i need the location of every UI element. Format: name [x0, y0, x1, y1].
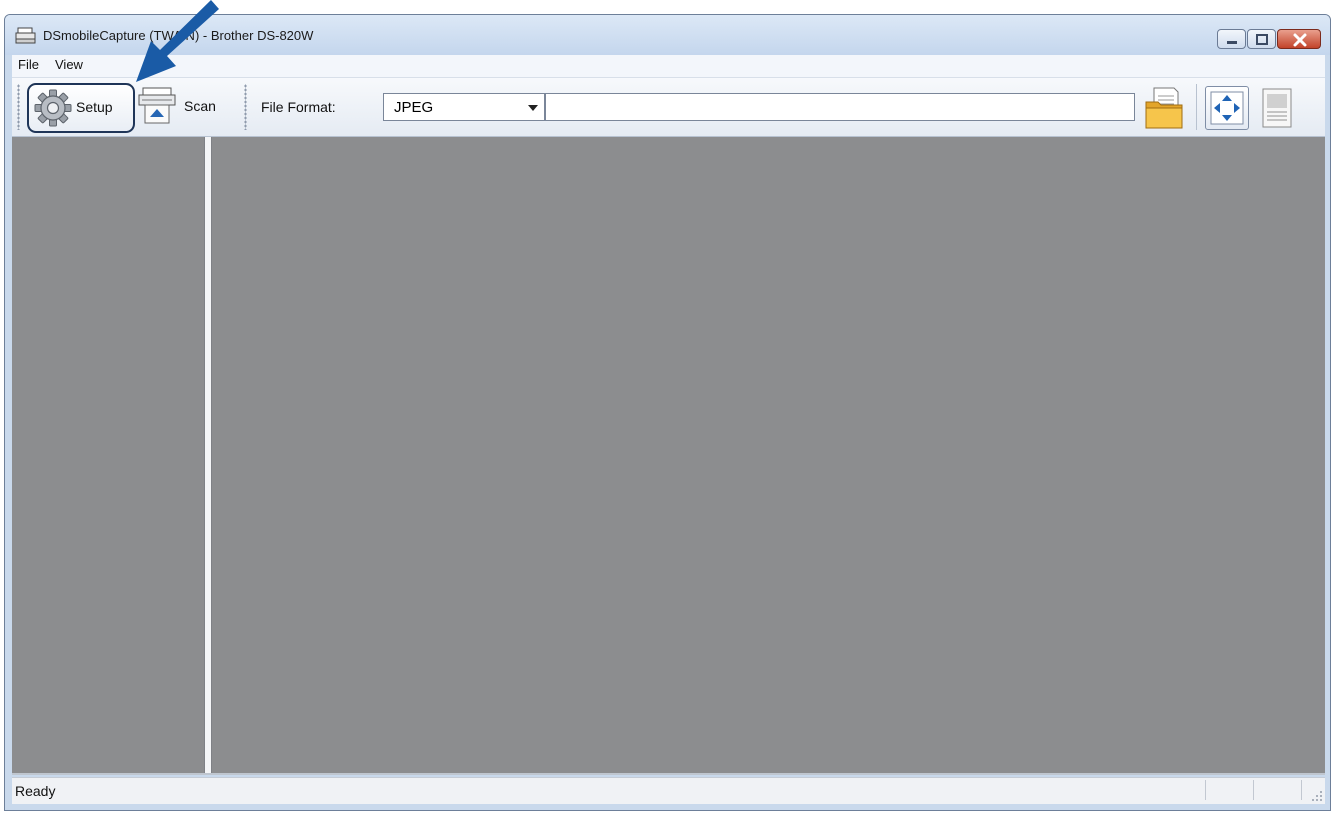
gear-icon: [34, 89, 72, 127]
preview-pane[interactable]: [212, 137, 1325, 773]
file-format-value: JPEG: [394, 99, 434, 116]
app-window: DSmobileCapture (TWAIN) - Brother DS-820…: [4, 14, 1331, 811]
scan-button[interactable]: Scan: [136, 83, 231, 133]
folder-icon: [1145, 87, 1183, 129]
close-button[interactable]: [1277, 29, 1321, 49]
actual-size-page-icon: [1262, 88, 1292, 128]
file-format-label: File Format:: [261, 99, 336, 115]
file-path-input[interactable]: [545, 93, 1135, 121]
actual-size-button[interactable]: [1256, 86, 1298, 130]
browse-folder-button[interactable]: [1142, 84, 1188, 132]
maximize-icon: [1256, 34, 1268, 45]
setup-label: Setup: [76, 99, 113, 115]
maximize-button[interactable]: [1247, 29, 1276, 49]
thumbnail-pane[interactable]: [12, 137, 204, 773]
fit-to-window-button[interactable]: [1205, 86, 1249, 130]
pane-splitter[interactable]: [204, 137, 212, 773]
status-divider: [1205, 780, 1206, 800]
setup-button[interactable]: Setup: [27, 83, 135, 133]
toolbar-grip[interactable]: [17, 84, 20, 130]
resize-grip-icon[interactable]: [1311, 790, 1323, 802]
toolbar-grip-2[interactable]: [244, 84, 247, 130]
scan-label: Scan: [184, 98, 216, 114]
status-divider: [1301, 780, 1302, 800]
callout-arrow-icon: [136, 0, 219, 82]
scan-icon: [138, 87, 176, 124]
fit-to-window-icon: [1210, 91, 1244, 125]
close-icon: [1293, 33, 1307, 47]
toolbar-separator: [1196, 84, 1197, 130]
minimize-button[interactable]: [1217, 29, 1246, 49]
status-text: Ready: [15, 783, 56, 799]
scanner-icon: [15, 27, 36, 44]
status-divider: [1253, 780, 1254, 800]
workspace: [12, 137, 1325, 775]
minimize-icon: [1227, 41, 1237, 44]
status-bar: Ready: [12, 777, 1325, 804]
file-format-dropdown[interactable]: JPEG: [383, 93, 545, 121]
menu-file[interactable]: File: [14, 57, 43, 72]
menu-view[interactable]: View: [51, 57, 87, 72]
chevron-down-icon: [528, 105, 538, 111]
